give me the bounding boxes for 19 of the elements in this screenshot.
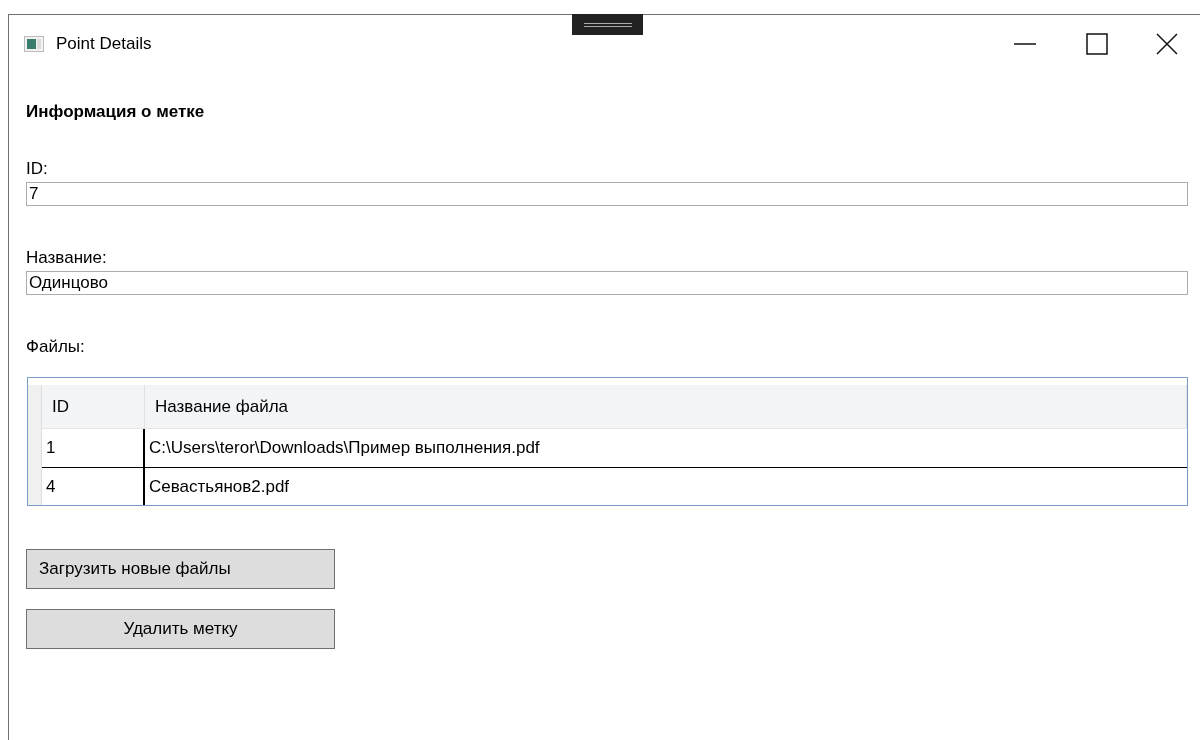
- field-label: ID:: [26, 157, 49, 180]
- table-cell: 4: [42, 468, 145, 505]
- app-icon: [24, 36, 44, 52]
- window-title: Point Details: [56, 33, 152, 56]
- table-cell-text: Севастьянов2.pdf: [148, 475, 291, 498]
- column-header[interactable]: ID: [42, 385, 145, 428]
- input-field[interactable]: 7: [26, 181, 1188, 206]
- column-header[interactable]: Название файла: [145, 385, 1187, 428]
- maximize-icon[interactable]: [1086, 33, 1108, 55]
- section-heading: Информация о метке: [26, 101, 206, 123]
- close-icon[interactable]: [1156, 33, 1178, 55]
- input-field[interactable]: Одинцово: [26, 270, 1188, 295]
- table-cell: 1: [42, 429, 145, 467]
- field-label: Файлы:: [26, 335, 86, 358]
- table-cell-text: C:\Users\teror\Downloads\Пример выполнения.pdf: [148, 437, 541, 460]
- delete-button[interactable]: Удалить метку: [26, 609, 335, 649]
- field-label: Название:: [26, 246, 108, 269]
- upload-button[interactable]: Загрузить новые файлы: [26, 549, 335, 589]
- toolbar-handle-icon[interactable]: [572, 14, 643, 35]
